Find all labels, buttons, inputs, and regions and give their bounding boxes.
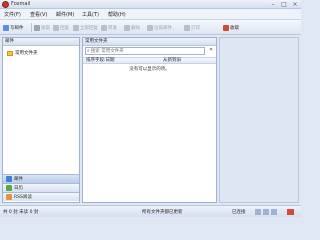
nav-calendar-button[interactable]: 日历 <box>3 183 79 192</box>
window-title: Foxmail <box>11 1 31 7</box>
print-button[interactable]: 打印 <box>184 23 200 32</box>
delete-label: 删除 <box>131 25 140 31</box>
junk-label: 垃圾邮件 <box>154 25 172 31</box>
reply-label: 回复 <box>60 25 69 31</box>
rss-icon <box>6 194 12 200</box>
reply-button[interactable]: 回复 <box>53 23 69 32</box>
nav-mail-label: 邮件 <box>14 177 23 182</box>
print-icon <box>184 24 190 31</box>
title-bar: Foxmail – □ × <box>0 0 301 9</box>
reply-all-label: 全部回复 <box>80 25 98 31</box>
message-count: 共 0 封 未读 0 封 <box>3 210 39 215</box>
sort-field[interactable]: 排序字段:日期 <box>86 58 115 64</box>
close-icon[interactable]: × <box>290 1 300 8</box>
minimize-icon[interactable]: – <box>268 1 278 8</box>
new-mail-label: 写邮件 <box>10 25 24 31</box>
new-mail-button[interactable]: 写邮件 <box>3 23 24 32</box>
layout-icon[interactable] <box>263 209 269 215</box>
folder-pane-header: 邮件 <box>3 38 79 46</box>
menu-bar: 文件(F) 查看(V) 邮件(M) 工具(T) 帮助(H) <box>0 9 301 20</box>
layout-icon[interactable] <box>271 209 277 215</box>
send-receive-label: 收取 <box>230 25 239 31</box>
sync-status: 所有文件夹都已更新 <box>142 210 183 215</box>
receive-label: 收取 <box>41 25 50 31</box>
folder-pane: 邮件 常用文件夹 邮件 日历 RSS阅读 <box>2 37 80 203</box>
menu-file[interactable]: 文件(F) <box>4 11 21 18</box>
nav-calendar-label: 日历 <box>14 186 23 191</box>
search-clear-icon[interactable]: ✕ <box>209 47 213 53</box>
sort-order[interactable]: 从新到旧 <box>163 58 181 64</box>
mail-icon <box>6 176 12 182</box>
status-bar: 共 0 封 未读 0 封 所有文件夹都已更新 已连接 <box>0 205 301 217</box>
search-box[interactable]: ⌕ <box>85 47 205 55</box>
maximize-icon[interactable]: □ <box>279 1 289 8</box>
reply-icon <box>53 24 59 31</box>
delete-icon <box>124 24 130 31</box>
reply-all-button[interactable]: 全部回复 <box>73 23 98 32</box>
receive-icon <box>34 24 40 31</box>
sort-header[interactable]: 排序字段:日期 从新到旧 <box>83 57 216 64</box>
junk-button[interactable]: 垃圾邮件 <box>147 23 172 32</box>
folder-common[interactable]: 常用文件夹 <box>7 50 38 56</box>
menu-mail[interactable]: 邮件(M) <box>56 11 74 18</box>
toolbar-divider <box>31 23 32 32</box>
receive-button[interactable]: 收取 <box>34 23 50 32</box>
folder-label: 常用文件夹 <box>15 51 38 56</box>
delete-button[interactable]: 删除 <box>124 23 140 32</box>
folder-icon <box>7 50 13 56</box>
forward-button[interactable]: 转发 <box>101 23 117 32</box>
nav-rss-label: RSS阅读 <box>14 195 32 200</box>
menu-help[interactable]: 帮助(H) <box>108 11 126 18</box>
calendar-icon <box>6 185 12 191</box>
junk-icon <box>147 24 153 31</box>
reply-all-icon <box>73 24 79 31</box>
search-input[interactable] <box>89 48 195 54</box>
preview-pane <box>219 37 299 203</box>
connection-status: 已连接 <box>232 210 246 215</box>
nav-mail-button[interactable]: 邮件 <box>3 174 79 183</box>
message-list-pane: 常用文件夹 ⌕ ✕ 排序字段:日期 从新到旧 没有可以显示的项。 <box>82 37 217 203</box>
nav-rss-button[interactable]: RSS阅读 <box>3 192 79 201</box>
empty-list-message: 没有可以显示的项。 <box>129 67 170 72</box>
foxmail-logo-icon <box>2 1 9 8</box>
send-receive-icon <box>223 24 229 31</box>
forward-icon <box>101 24 107 31</box>
forward-label: 转发 <box>108 25 117 31</box>
compose-icon <box>3 24 9 31</box>
menu-view[interactable]: 查看(V) <box>30 11 47 18</box>
menu-tools[interactable]: 工具(T) <box>82 11 99 18</box>
print-label: 打印 <box>191 25 200 31</box>
notification-icon[interactable] <box>287 209 294 215</box>
layout-icon[interactable] <box>255 209 261 215</box>
send-receive-button[interactable]: 收取 <box>223 23 239 32</box>
toolbar: 写邮件 收取 回复 全部回复 转发 删除 垃圾邮件 打印 收取 <box>0 20 301 35</box>
message-list-header: 常用文件夹 <box>83 38 216 46</box>
